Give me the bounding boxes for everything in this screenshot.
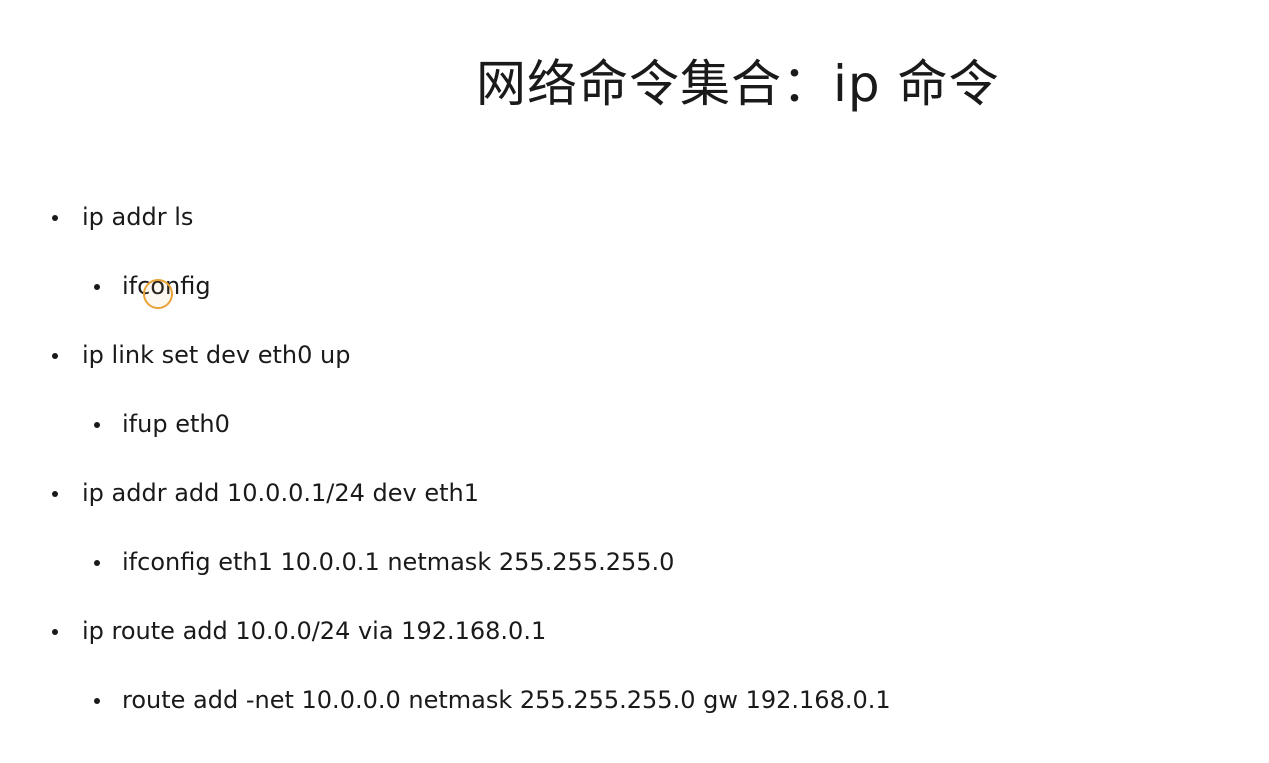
- list-item: ip addr add 10.0.0.1/24 dev eth1: [52, 478, 479, 508]
- slide-title: 网络命令集合：ip 命令: [476, 55, 1000, 113]
- mouse-cursor-highlight-icon: [143, 279, 173, 309]
- bullet-icon: [94, 560, 100, 566]
- list-item: route add -net 10.0.0.0 netmask 255.255.…: [94, 685, 891, 715]
- list-item-text: ifup eth0: [122, 410, 230, 438]
- list-item-text: ip addr add 10.0.0.1/24 dev eth1: [82, 479, 479, 507]
- bullet-icon: [52, 215, 58, 221]
- list-item-text: ip link set dev eth0 up: [82, 341, 351, 369]
- list-item: ifconfig eth1 10.0.0.1 netmask 255.255.2…: [94, 547, 675, 577]
- bullet-icon: [52, 353, 58, 359]
- slide: 网络命令集合：ip 命令 ip addr ls ifconfig ip link…: [0, 0, 1269, 763]
- list-item: ip addr ls: [52, 202, 194, 232]
- bullet-icon: [94, 422, 100, 428]
- bullet-icon: [94, 698, 100, 704]
- bullet-icon: [94, 284, 100, 290]
- bullet-icon: [52, 629, 58, 635]
- list-item: ifup eth0: [94, 409, 230, 439]
- list-item-text: ifconfig eth1 10.0.0.1 netmask 255.255.2…: [122, 548, 675, 576]
- list-item-text: ip route add 10.0.0/24 via 192.168.0.1: [82, 617, 547, 645]
- list-item: ip route add 10.0.0/24 via 192.168.0.1: [52, 616, 547, 646]
- list-item: ip link set dev eth0 up: [52, 340, 351, 370]
- bullet-icon: [52, 491, 58, 497]
- list-item-text: route add -net 10.0.0.0 netmask 255.255.…: [122, 686, 891, 714]
- list-item-text: ip addr ls: [82, 203, 194, 231]
